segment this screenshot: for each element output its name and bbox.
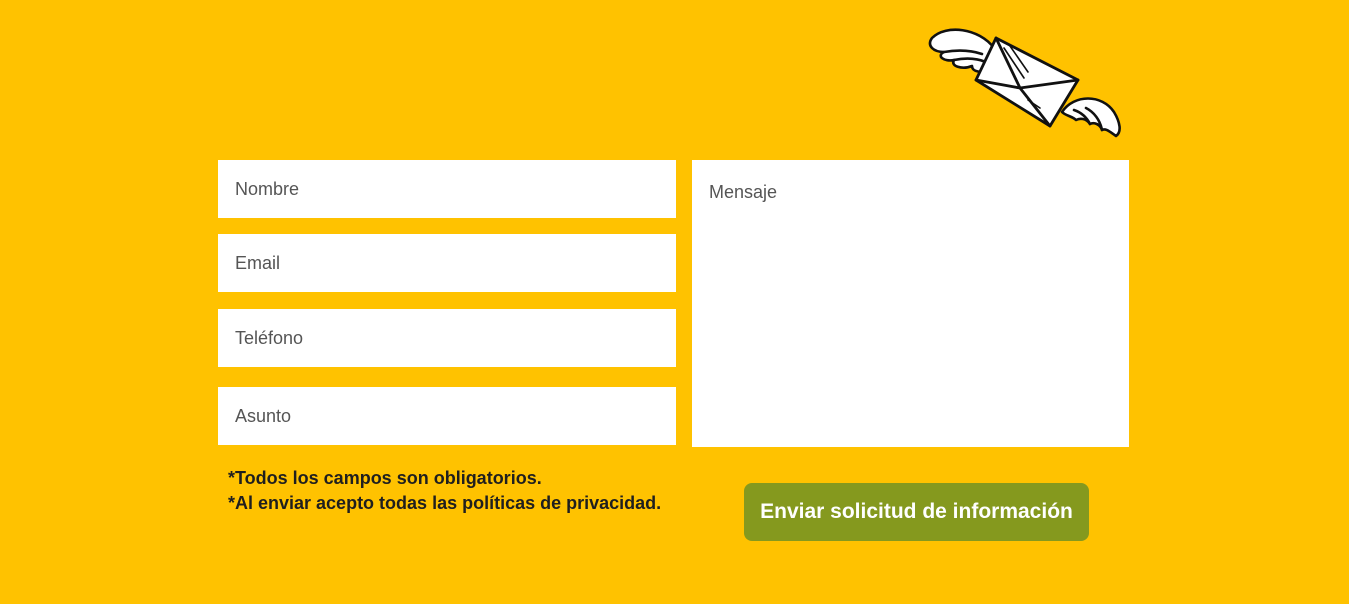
mensaje-textarea[interactable] [692,160,1129,447]
required-note: *Todos los campos son obligatorios. [228,468,542,488]
flying-envelope-icon [928,28,1121,138]
nombre-input[interactable] [218,160,676,218]
form-notes: *Todos los campos son obligatorios. *Al … [228,466,661,516]
telefono-input[interactable] [218,309,676,367]
submit-button[interactable]: Enviar solicitud de información [744,483,1089,541]
asunto-input[interactable] [218,387,676,445]
email-input[interactable] [218,234,676,292]
privacy-note: *Al enviar acepto todas las políticas de… [228,493,662,513]
